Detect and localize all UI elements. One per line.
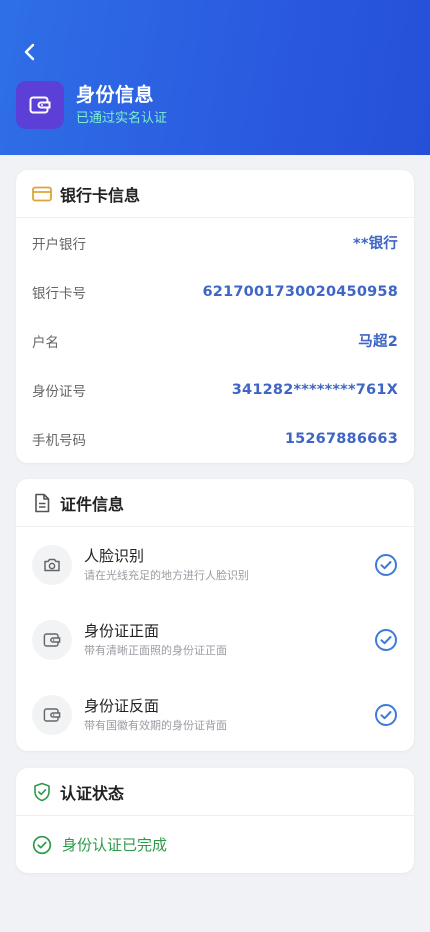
- doc-item-title: 身份证反面: [84, 697, 160, 715]
- info-value: 341282********761X: [231, 381, 398, 398]
- camera-icon: [44, 558, 60, 571]
- status-row: 身份认证已完成: [16, 816, 414, 873]
- info-label: 手机号码: [32, 432, 86, 449]
- doc-item-id-back[interactable]: 身份证反面 带有国徽有效期的身份证背面: [16, 677, 414, 751]
- documents-title: 证件信息: [60, 494, 125, 514]
- document-icon: [32, 493, 52, 513]
- shield-check-icon: [32, 782, 52, 802]
- header-identity: 身份信息 已通过实名认证: [16, 81, 167, 129]
- doc-item-desc: 带有清晰正面照的身份证正面: [84, 644, 227, 657]
- info-label: 银行卡号: [32, 285, 86, 302]
- back-button[interactable]: [18, 40, 42, 64]
- bank-card-header: 银行卡信息: [16, 170, 414, 218]
- info-value: 6217001730020450958: [202, 283, 398, 300]
- check-circle-icon[interactable]: [374, 703, 398, 727]
- doc-item-desc: 请在光线充足的地方进行人脸识别: [84, 569, 249, 582]
- info-row-id-number: 身份证号 341282********761X: [16, 365, 414, 414]
- wallet-icon-circle: [32, 619, 72, 660]
- wallet-icon: [29, 96, 51, 114]
- check-circle-icon[interactable]: [374, 553, 398, 577]
- info-row-bank: 开户银行 **银行: [16, 218, 414, 267]
- credit-card-icon: [32, 184, 52, 204]
- doc-item-face-recognition[interactable]: 人脸识别 请在光线充足的地方进行人脸识别: [16, 527, 414, 602]
- check-circle-icon[interactable]: [374, 628, 398, 652]
- status-header: 认证状态: [16, 768, 414, 816]
- info-row-phone: 手机号码 15267886663: [16, 414, 414, 463]
- status-text: 身份认证已完成: [62, 836, 168, 854]
- info-row-account-name: 户名 马超2: [16, 316, 414, 365]
- documents-header: 证件信息: [16, 479, 414, 527]
- info-label: 开户银行: [32, 236, 86, 253]
- status-section: 认证状态 身份认证已完成: [16, 768, 414, 873]
- info-label: 户名: [32, 334, 59, 351]
- page-title: 身份信息: [76, 84, 155, 106]
- header: 身份信息 已通过实名认证: [0, 0, 430, 155]
- info-row-card-number: 银行卡号 6217001730020450958: [16, 267, 414, 316]
- verification-subtitle: 已通过实名认证: [76, 111, 168, 126]
- bank-card-title: 银行卡信息: [60, 185, 141, 205]
- info-value: 15267886663: [284, 430, 398, 447]
- chevron-left-icon: [24, 43, 35, 61]
- doc-item-title: 人脸识别: [84, 547, 145, 565]
- camera-icon-circle: [32, 544, 72, 585]
- info-label: 身份证号: [32, 383, 86, 400]
- wallet-icon-circle: [32, 694, 72, 735]
- wallet-icon: [43, 632, 61, 647]
- wallet-tile: [16, 81, 64, 129]
- info-value: **银行: [353, 236, 398, 252]
- doc-item-id-front[interactable]: 身份证正面 带有清晰正面照的身份证正面: [16, 602, 414, 677]
- status-title: 认证状态: [60, 783, 125, 803]
- wallet-icon: [43, 707, 61, 722]
- bank-card-section: 银行卡信息 开户银行 **银行 银行卡号 6217001730020450958…: [16, 170, 414, 463]
- doc-item-desc: 带有国徽有效期的身份证背面: [84, 719, 227, 732]
- documents-section: 证件信息 人脸识别 请在光线充足的地方进行人脸识别 身份证正面 带有清晰正面照的…: [16, 479, 414, 751]
- doc-item-title: 身份证正面: [84, 622, 160, 640]
- check-circle-icon: [32, 835, 52, 854]
- info-value: 马超2: [358, 334, 398, 350]
